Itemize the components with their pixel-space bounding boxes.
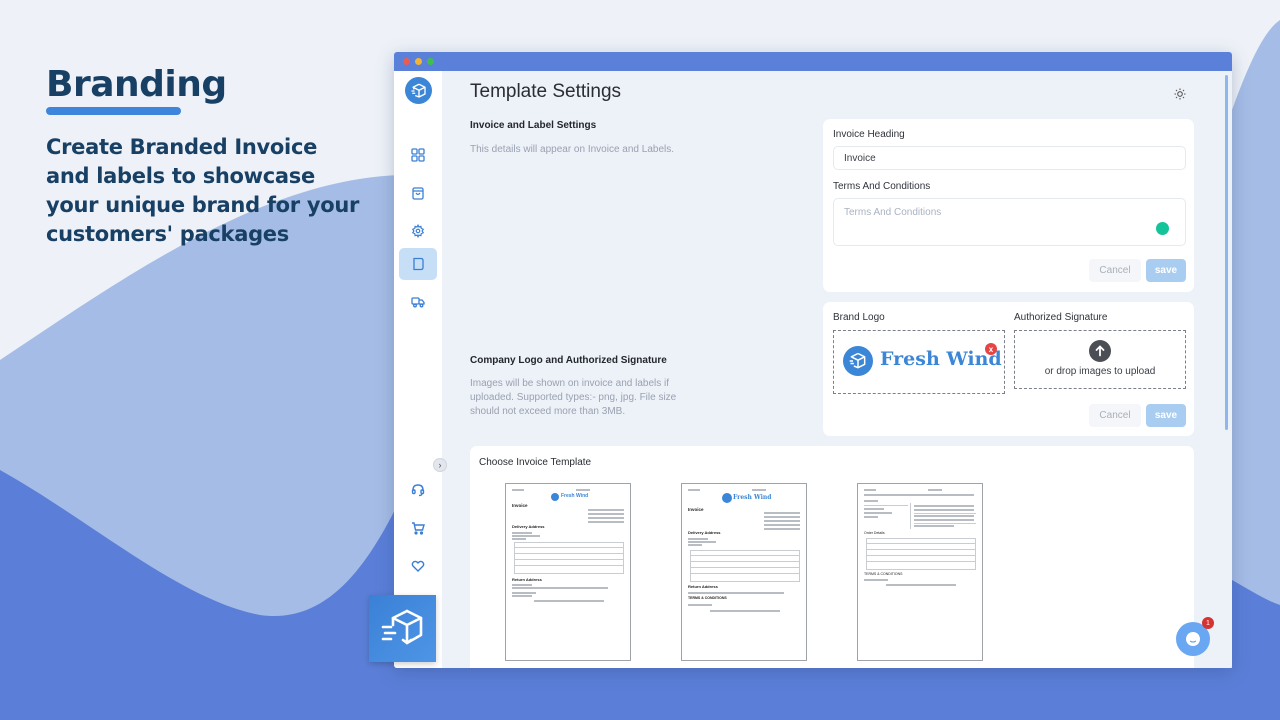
- template-1-brand: Fresh Wind: [561, 493, 589, 499]
- hero-underline: [46, 107, 181, 115]
- brand-logo-dropzone[interactable]: Fresh Wind x: [833, 330, 1005, 394]
- terms-textarea[interactable]: Terms And Conditions: [833, 198, 1186, 246]
- main-content: Template Settings Invoice and Label Sett…: [442, 71, 1232, 668]
- sidebar-item-templates[interactable]: [399, 248, 437, 280]
- logo-save-button[interactable]: save: [1146, 404, 1186, 427]
- shopping-bag-icon: [412, 187, 424, 200]
- maximize-window-button[interactable]: [427, 58, 434, 65]
- signature-drop-text: or drop images to upload: [1044, 366, 1156, 377]
- template-chooser-title: Choose Invoice Template: [479, 457, 592, 468]
- template-chooser-card: Choose Invoice Template Fresh Wind Invoi…: [470, 446, 1194, 668]
- grammarly-icon[interactable]: [1156, 222, 1169, 235]
- brand-logo-text: Fresh Wind: [880, 348, 1002, 370]
- template-2-heading: Invoice: [688, 507, 704, 512]
- sidebar-item-dashboard[interactable]: [399, 139, 437, 171]
- template-1-section-1: Delivery Address: [512, 524, 545, 529]
- sidebar-item-support[interactable]: [399, 474, 437, 506]
- remove-logo-button[interactable]: x: [985, 343, 997, 355]
- document-icon: [413, 257, 424, 271]
- upload-arrow-icon: [1089, 340, 1111, 362]
- template-3-section-1: Order Details: [864, 531, 885, 535]
- invoice-settings-card: Invoice Heading Invoice Terms And Condit…: [823, 119, 1194, 292]
- sidebar-item-orders[interactable]: [399, 177, 437, 209]
- logo-cancel-button[interactable]: Cancel: [1089, 404, 1141, 427]
- template-2-section-3: TERMS & CONDITIONS: [688, 596, 727, 600]
- sidebar: [394, 71, 442, 668]
- template-option-1[interactable]: Fresh Wind Invoice Delivery Address Retu…: [505, 483, 631, 661]
- window-titlebar: [394, 52, 1232, 71]
- truck-icon: [411, 297, 425, 308]
- fresh-wind-logo-icon: [843, 346, 873, 376]
- gear-icon: [411, 224, 425, 238]
- minimize-window-button[interactable]: [415, 58, 422, 65]
- signature-label: Authorized Signature: [1014, 312, 1108, 323]
- template-1-section-2: Return Address: [512, 577, 542, 582]
- hero: Branding Create Branded Invoice and labe…: [46, 64, 366, 249]
- page-title: Template Settings: [470, 81, 622, 102]
- box-logo-icon: [381, 609, 422, 644]
- template-2-brand: Fresh Wind: [733, 494, 772, 501]
- invoice-cancel-button[interactable]: Cancel: [1089, 259, 1141, 282]
- sidebar-collapse-button[interactable]: ›: [433, 458, 447, 472]
- sidebar-item-cart[interactable]: [399, 512, 437, 544]
- headset-icon: [411, 484, 425, 497]
- logo-settings-description: Images will be shown on invoice and labe…: [470, 378, 677, 417]
- sidebar-item-favorites[interactable]: [399, 550, 437, 582]
- sidebar-item-shipping[interactable]: [399, 286, 437, 318]
- app-logo-tile: [369, 595, 436, 662]
- cart-icon: [412, 522, 425, 535]
- chat-notification-badge: 1: [1202, 617, 1214, 629]
- box-logo-icon[interactable]: [405, 77, 432, 104]
- logo-settings-title: Company Logo and Authorized Signature: [470, 355, 667, 366]
- terms-placeholder: Terms And Conditions: [844, 207, 942, 218]
- vertical-scrollbar[interactable]: [1225, 75, 1228, 430]
- invoice-settings-description: This details will appear on Invoice and …: [470, 144, 675, 155]
- logo-settings-card: Brand Logo Fresh Wind x Authorized Signa…: [823, 302, 1194, 436]
- brand-logo-label: Brand Logo: [833, 312, 885, 323]
- chevron-right-icon: ›: [438, 460, 442, 470]
- invoice-settings-title: Invoice and Label Settings: [470, 120, 597, 131]
- chat-bubble-icon: [1186, 632, 1200, 646]
- theme-toggle-button[interactable]: [1174, 87, 1186, 105]
- sun-icon: [1174, 88, 1186, 100]
- template-1-heading: Invoice: [512, 503, 528, 508]
- template-2-section-2: Return Address: [688, 584, 718, 589]
- terms-label: Terms And Conditions: [833, 181, 931, 192]
- hero-title: Branding: [46, 64, 227, 105]
- app-window: › Template Settings Invoice and Label Se…: [394, 52, 1232, 668]
- template-option-3[interactable]: Order Details TERMS & CONDITIONS: [857, 483, 983, 661]
- template-3-section-2: TERMS & CONDITIONS: [864, 572, 903, 576]
- sidebar-item-settings[interactable]: [399, 215, 437, 247]
- invoice-heading-input[interactable]: Invoice: [833, 146, 1186, 170]
- template-2-section-1: Delivery Address: [688, 530, 721, 535]
- hero-description: Create Branded Invoice and labels to sho…: [46, 135, 360, 246]
- invoice-save-button[interactable]: save: [1146, 259, 1186, 282]
- close-window-button[interactable]: [403, 58, 410, 65]
- template-option-2[interactable]: Fresh Wind Invoice Delivery Address Retu…: [681, 483, 807, 661]
- chat-button[interactable]: 1: [1176, 617, 1214, 656]
- signature-dropzone[interactable]: or drop images to upload: [1014, 330, 1186, 389]
- invoice-heading-label: Invoice Heading: [833, 129, 905, 140]
- grid-icon: [411, 148, 425, 162]
- heart-icon: [411, 560, 425, 572]
